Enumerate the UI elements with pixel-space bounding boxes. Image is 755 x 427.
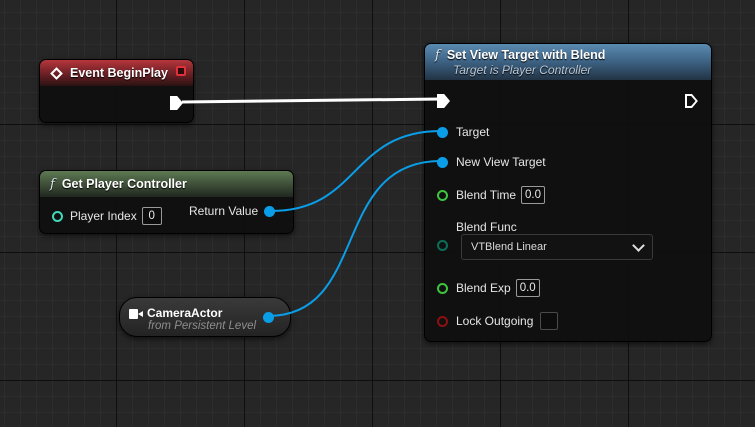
set-view-target-title: Set View Target with Blend <box>446 48 606 62</box>
player-index-pin[interactable] <box>52 210 63 222</box>
camera-actor-subtitle: from Persistent Level <box>148 320 257 332</box>
blend-func-label: Blend Func <box>456 220 517 234</box>
lock-outgoing-label: Lock Outgoing <box>456 314 534 328</box>
target-pin[interactable] <box>437 126 448 138</box>
blend-time-label: Blend Time <box>456 188 517 202</box>
event-begin-play-title: Event BeginPlay <box>70 66 168 80</box>
event-begin-play-node[interactable]: Event BeginPlay <box>39 59 194 123</box>
blend-exp-input[interactable]: 0.0 <box>515 279 540 297</box>
exec-wire[interactable] <box>181 97 442 104</box>
lock-outgoing-pin[interactable] <box>437 315 448 327</box>
camera-actor-output-pin[interactable] <box>263 312 274 323</box>
blend-func-dropdown[interactable]: VTBlend Linear <box>461 234 653 260</box>
player-index-label: Player Index <box>70 209 137 223</box>
lock-outgoing-checkbox[interactable] <box>540 312 559 330</box>
player-index-input[interactable]: 0 <box>141 207 162 225</box>
blend-func-value: VTBlend Linear <box>471 241 547 253</box>
return-value-label: Return Value <box>189 204 259 218</box>
event-begin-play-header[interactable]: Event BeginPlay <box>40 60 193 86</box>
get-player-controller-node[interactable]: f Get Player Controller Player Index 0 R… <box>39 170 294 234</box>
function-icon: f <box>435 47 440 63</box>
camera-actor-node[interactable]: CameraActor from Persistent Level <box>119 297 291 337</box>
target-label: Target <box>456 125 490 139</box>
function-icon: f <box>50 176 55 192</box>
exec-out-pin[interactable] <box>685 94 698 108</box>
chevron-down-icon <box>632 238 645 252</box>
new-view-target-pin[interactable] <box>437 156 448 168</box>
exec-in-pin[interactable] <box>437 94 450 108</box>
blend-func-pin[interactable] <box>437 240 448 251</box>
get-player-controller-title: Get Player Controller <box>61 177 187 191</box>
return-value-pin[interactable] <box>264 205 276 217</box>
set-view-target-node[interactable]: f Set View Target with Blend Target is P… <box>424 43 712 342</box>
event-icon <box>50 66 63 80</box>
get-player-controller-header[interactable]: f Get Player Controller <box>40 171 293 197</box>
blend-time-input[interactable]: 0.0 <box>521 186 546 204</box>
event-begin-play-exec-out-pin[interactable] <box>170 96 183 110</box>
camera-icon <box>129 309 143 319</box>
new-view-target-label: New View Target <box>456 155 546 169</box>
blend-exp-label: Blend Exp <box>456 281 511 295</box>
set-view-target-subtitle: Target is Player Controller <box>453 62 592 77</box>
blend-time-pin[interactable] <box>437 189 448 201</box>
stop-icon <box>176 66 186 76</box>
camera-actor-title: CameraActor <box>147 306 223 320</box>
set-view-target-header[interactable]: f Set View Target with Blend Target is P… <box>425 44 711 80</box>
blend-exp-pin[interactable] <box>437 282 448 294</box>
player-controller-to-target-wire[interactable] <box>270 130 442 212</box>
